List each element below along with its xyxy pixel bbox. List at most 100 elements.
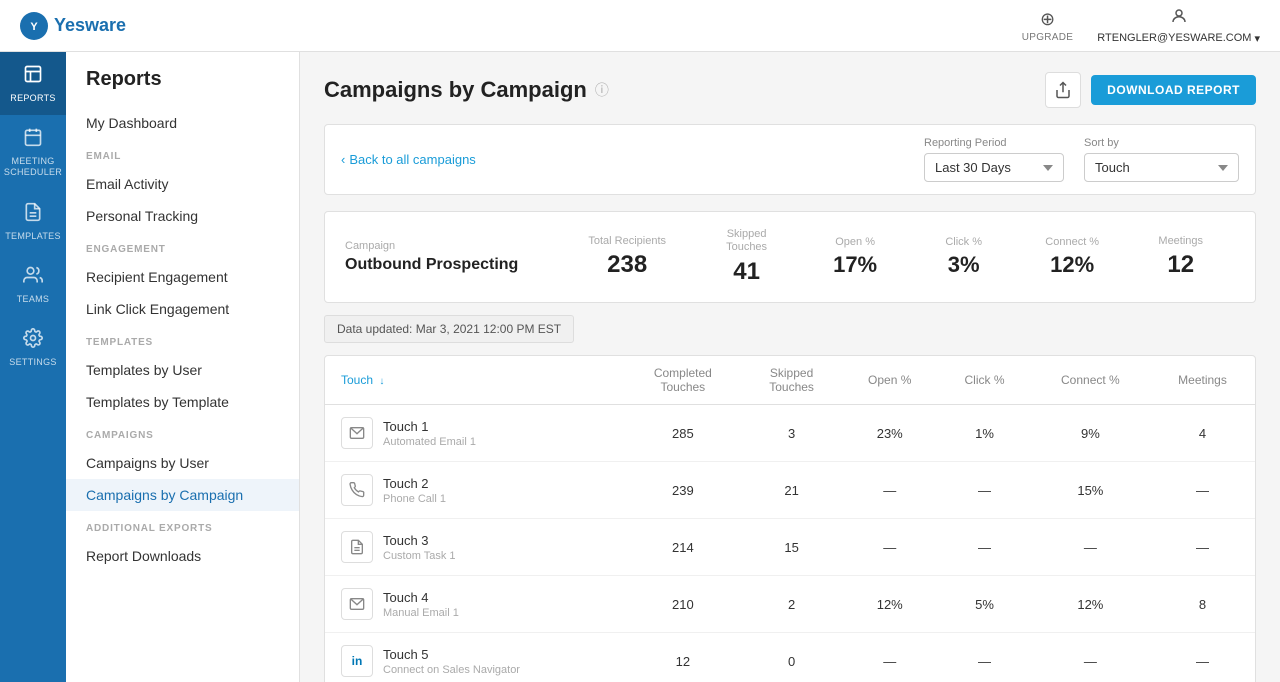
summary-meetings-value: 12 <box>1167 251 1194 279</box>
summary-card: Campaign Outbound Prospecting Total Reci… <box>324 211 1256 303</box>
reporting-period-select[interactable]: Last 30 Days Last 7 Days Last 90 Days Al… <box>924 153 1064 182</box>
click-pct-cell: — <box>938 519 1030 576</box>
sidebar-item-meeting-scheduler[interactable]: MEETINGSCHEDULER <box>0 115 66 190</box>
content-area: Campaigns by Campaign ⓘ DOWNLOAD REPORT … <box>300 52 1280 682</box>
click-pct-cell: 5% <box>938 576 1030 633</box>
page-title-row: Campaigns by Campaign ⓘ <box>324 77 609 103</box>
data-updated-badge: Data updated: Mar 3, 2021 12:00 PM EST <box>324 315 574 343</box>
table-header: Touch ↓ Completed Touches Skipped Touche… <box>325 356 1255 405</box>
connect-pct-cell: — <box>1031 633 1150 682</box>
upgrade-button[interactable]: ⊕ UPGRADE <box>1022 9 1074 43</box>
nav-section-email: EMAIL <box>66 139 299 168</box>
open-pct-cell: 23% <box>841 405 938 462</box>
completed-touches-cell: 214 <box>624 519 742 576</box>
header-actions: DOWNLOAD REPORT <box>1045 72 1256 108</box>
sidebar-item-teams[interactable]: TEAMS <box>0 253 66 316</box>
summary-meetings-col: Meetings 12 <box>1126 235 1235 279</box>
left-nav: Reports My Dashboard EMAIL Email Activit… <box>66 52 300 682</box>
summary-campaign-col: Campaign Outbound Prospecting <box>345 240 562 274</box>
reporting-period-label: Reporting Period <box>924 137 1064 149</box>
page-title: Campaigns by Campaign <box>324 77 587 103</box>
top-nav-right: ⊕ UPGRADE RTENGLER@YESWARE.COM ▾ <box>1022 7 1260 45</box>
sidebar-item-settings[interactable]: SETTINGS <box>0 316 66 379</box>
touch-icon <box>341 588 373 620</box>
sort-by-group: Sort by Touch Completed Touches Skipped … <box>1084 137 1239 182</box>
meetings-cell: — <box>1150 462 1255 519</box>
user-menu[interactable]: RTENGLER@YESWARE.COM ▾ <box>1097 7 1260 45</box>
summary-open-pct-value: 17% <box>833 252 877 278</box>
nav-item-campaigns-by-campaign[interactable]: Campaigns by Campaign <box>66 479 299 511</box>
touch-info: Touch 4 Manual Email 1 <box>383 590 459 619</box>
touch-icon <box>341 417 373 449</box>
col-meetings: Meetings <box>1150 356 1255 405</box>
sort-by-select[interactable]: Touch Completed Touches Skipped Touches … <box>1084 153 1239 182</box>
nav-section-campaigns: CAMPAIGNS <box>66 418 299 447</box>
touch-name-cell: Touch 1 Automated Email 1 <box>325 405 624 462</box>
connect-pct-cell: 9% <box>1031 405 1150 462</box>
summary-skipped-touches-col: SkippedTouches 41 <box>692 228 801 286</box>
click-pct-cell: 1% <box>938 405 1030 462</box>
logo-text: Yesware <box>54 15 126 36</box>
table-row: Touch 3 Custom Task 1 214 15 — — — — <box>325 519 1255 576</box>
summary-skipped-touches-label: SkippedTouches <box>726 228 767 254</box>
main-layout: REPORTS MEETINGSCHEDULER TEMPLATES <box>0 52 1280 682</box>
touch-name: Touch 2 <box>383 476 446 491</box>
reports-icon <box>23 64 43 89</box>
touch-sub: Custom Task 1 <box>383 550 456 562</box>
nav-item-recipient-engagement[interactable]: Recipient Engagement <box>66 261 299 293</box>
meetings-cell: — <box>1150 633 1255 682</box>
sidebar-item-meeting-label: MEETINGSCHEDULER <box>4 156 62 178</box>
connect-pct-cell: — <box>1031 519 1150 576</box>
click-pct-cell: — <box>938 633 1030 682</box>
completed-touches-cell: 285 <box>624 405 742 462</box>
nav-item-templates-by-user[interactable]: Templates by User <box>66 354 299 386</box>
templates-icon <box>23 202 43 227</box>
table-row: Touch 1 Automated Email 1 285 3 23% 1% 9… <box>325 405 1255 462</box>
touch-sub: Automated Email 1 <box>383 436 476 448</box>
sidebar-item-teams-label: TEAMS <box>17 294 50 304</box>
touch-sub: Connect on Sales Navigator <box>383 664 520 676</box>
nav-item-email-activity[interactable]: Email Activity <box>66 168 299 200</box>
touch-icon <box>341 531 373 563</box>
skipped-touches-cell: 3 <box>742 405 841 462</box>
col-touch[interactable]: Touch ↓ <box>325 356 624 405</box>
touch-sub: Manual Email 1 <box>383 607 459 619</box>
touch-name-cell: in Touch 5 Connect on Sales Navigator <box>325 633 624 682</box>
back-to-campaigns-link[interactable]: ‹ Back to all campaigns <box>341 152 476 167</box>
touch-info: Touch 1 Automated Email 1 <box>383 419 476 448</box>
nav-item-templates-by-template[interactable]: Templates by Template <box>66 386 299 418</box>
download-report-button[interactable]: DOWNLOAD REPORT <box>1091 75 1256 105</box>
table-row: Touch 2 Phone Call 1 239 21 — — 15% — <box>325 462 1255 519</box>
share-button[interactable] <box>1045 72 1081 108</box>
table-row: Touch 4 Manual Email 1 210 2 12% 5% 12% … <box>325 576 1255 633</box>
skipped-touches-cell: 21 <box>742 462 841 519</box>
sidebar-item-reports[interactable]: REPORTS <box>0 52 66 115</box>
info-icon[interactable]: ⓘ <box>595 80 609 100</box>
meetings-cell: 4 <box>1150 405 1255 462</box>
completed-touches-cell: 12 <box>624 633 742 682</box>
col-completed-touches: Completed Touches <box>624 356 742 405</box>
open-pct-cell: 12% <box>841 576 938 633</box>
touch-icon: in <box>341 645 373 677</box>
meeting-scheduler-icon <box>23 127 43 152</box>
nav-item-report-downloads[interactable]: Report Downloads <box>66 540 299 572</box>
settings-icon <box>23 328 43 353</box>
col-open-pct: Open % <box>841 356 938 405</box>
sidebar: REPORTS MEETINGSCHEDULER TEMPLATES <box>0 52 66 682</box>
summary-click-pct-label: Click % <box>945 236 982 248</box>
sidebar-item-templates[interactable]: TEMPLATES <box>0 190 66 253</box>
nav-section-additional-exports: ADDITIONAL EXPORTS <box>66 511 299 540</box>
nav-item-campaigns-by-user[interactable]: Campaigns by User <box>66 447 299 479</box>
nav-item-link-click-engagement[interactable]: Link Click Engagement <box>66 293 299 325</box>
summary-total-recipients-label: Total Recipients <box>588 235 666 247</box>
open-pct-cell: — <box>841 462 938 519</box>
user-icon <box>1170 7 1188 30</box>
filters-row: ‹ Back to all campaigns Reporting Period… <box>324 124 1256 195</box>
summary-connect-pct-col: Connect % 12% <box>1018 236 1127 278</box>
open-pct-cell: — <box>841 633 938 682</box>
nav-item-personal-tracking[interactable]: Personal Tracking <box>66 200 299 232</box>
nav-section-templates: TEMPLATES <box>66 325 299 354</box>
nav-item-my-dashboard[interactable]: My Dashboard <box>66 107 299 139</box>
sidebar-item-settings-label: SETTINGS <box>9 357 56 367</box>
sort-by-label: Sort by <box>1084 137 1239 149</box>
